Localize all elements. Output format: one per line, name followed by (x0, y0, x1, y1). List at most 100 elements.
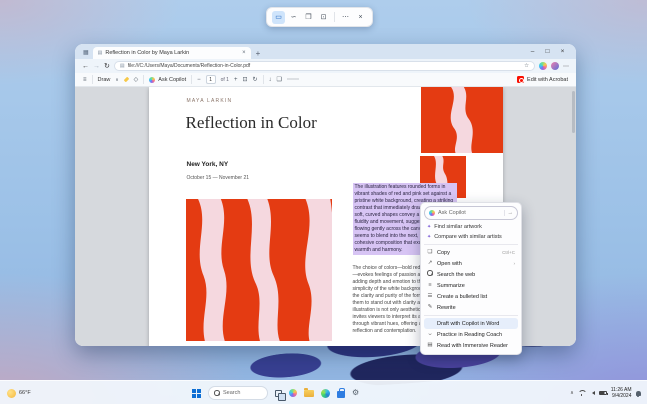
divider (143, 75, 144, 84)
edit-with-acrobat-button[interactable]: Edit with Acrobat (517, 76, 568, 83)
toc-menu-icon[interactable] (83, 77, 87, 83)
battery-icon[interactable] (599, 391, 607, 396)
sun-icon (7, 389, 16, 398)
tab-close-icon[interactable] (242, 50, 246, 56)
hidden-icons-chevron[interactable] (570, 390, 574, 396)
taskbar-search[interactable]: Search (208, 386, 268, 400)
page-total-label: of 1 (221, 77, 229, 83)
tab-actions-icon[interactable] (83, 49, 89, 56)
forward-icon[interactable] (93, 63, 100, 70)
notification-bell-icon[interactable] (636, 391, 642, 396)
chevron-down-icon[interactable] (115, 77, 118, 83)
divider (334, 12, 335, 22)
clock[interactable]: 11:26 AM 9/4/2024 (611, 387, 632, 400)
fit-to-page-icon[interactable] (242, 77, 247, 83)
window-snip-icon[interactable] (302, 11, 315, 24)
save-icon[interactable] (269, 77, 272, 83)
document-icon (120, 64, 125, 69)
menu-item-bulleted-list[interactable]: Create a bulleted list (424, 291, 518, 302)
page-number-input[interactable]: 1 (206, 75, 216, 84)
favorite-star-icon[interactable] (524, 63, 529, 69)
document-dates: October 15 — November 21 (187, 175, 250, 181)
more-tools-icon[interactable]: ⋯ (287, 77, 299, 83)
tab-bar: Reflection in Color by Maya Larkin (75, 44, 576, 59)
menu-item-label: Read with Immersive Reader (437, 343, 515, 349)
store-icon[interactable] (337, 391, 345, 398)
close-icon[interactable] (354, 11, 367, 24)
highlighter-icon[interactable] (123, 77, 129, 83)
minimize-button[interactable] (525, 44, 540, 59)
copilot-icon[interactable] (539, 62, 547, 70)
menu-item-immersive-reader[interactable]: Read with Immersive Reader (424, 340, 518, 351)
scrollbar[interactable] (572, 91, 575, 133)
file-explorer-icon[interactable] (304, 390, 314, 397)
artwork-main (186, 199, 332, 341)
eraser-icon[interactable] (134, 77, 139, 83)
wifi-icon[interactable] (578, 390, 586, 396)
menu-item-search-web[interactable]: Search the web (424, 269, 518, 280)
ask-copilot-input[interactable]: Ask Copilot (424, 206, 518, 220)
system-tray: 11:26 AM 9/4/2024 (570, 381, 641, 404)
rotate-icon[interactable] (253, 77, 258, 83)
immersive-reader-icon (427, 343, 433, 349)
start-button[interactable] (192, 389, 201, 398)
weather-widget[interactable]: 66°F (7, 381, 31, 404)
snipping-toolbar (266, 7, 373, 27)
url-box[interactable]: file:///C:/Users/Maya/Documents/Reflecti… (114, 61, 535, 71)
print-icon[interactable] (277, 77, 282, 83)
divider (92, 75, 93, 84)
new-tab-button[interactable] (256, 49, 261, 58)
sparkle-icon (427, 234, 431, 240)
settings-icon[interactable] (352, 389, 359, 397)
menu-item-copy[interactable]: Copy Ctrl+C (424, 247, 518, 258)
suggestion-compare-artists[interactable]: Compare with similar artists (424, 232, 518, 242)
menu-item-reading-coach[interactable]: Practice in Reading Coach (424, 329, 518, 340)
zoom-out-icon[interactable] (197, 77, 201, 83)
ask-copilot-label: Ask Copilot (158, 77, 186, 83)
open-with-icon (427, 261, 433, 267)
search-icon (214, 390, 220, 396)
edge-icon[interactable] (321, 389, 330, 398)
menu-item-label: Search the web (437, 272, 515, 278)
address-bar: file:///C:/Users/Maya/Documents/Reflecti… (75, 59, 576, 73)
window-controls (525, 44, 570, 59)
fullscreen-snip-icon[interactable] (317, 11, 330, 24)
document-title: Reflection in Color (186, 113, 317, 133)
desktop: Reflection in Color by Maya Larkin file:… (0, 0, 647, 404)
edit-acrobat-label: Edit with Acrobat (527, 77, 568, 83)
rectangle-select-icon[interactable] (272, 11, 285, 24)
menu-item-label: Practice in Reading Coach (437, 332, 515, 338)
search-icon (427, 270, 433, 276)
draw-button[interactable]: Draw (98, 77, 111, 83)
shortcut-label: Ctrl+C (502, 250, 515, 255)
acrobat-icon (517, 76, 524, 83)
send-icon[interactable] (504, 210, 514, 216)
copilot-taskbar-icon[interactable] (289, 389, 297, 397)
suggestion-find-similar-artwork[interactable]: Find similar artwork (424, 222, 518, 232)
menu-item-summarize[interactable]: Summarize (424, 280, 518, 291)
more-options-icon[interactable] (339, 11, 352, 24)
profile-avatar[interactable] (551, 62, 559, 70)
close-window-button[interactable] (555, 44, 570, 59)
menu-item-open-with[interactable]: Open with (424, 258, 518, 269)
copy-icon (427, 250, 433, 256)
menu-item-rewrite[interactable]: Rewrite (424, 302, 518, 313)
back-icon[interactable] (82, 63, 89, 70)
copilot-icon (149, 77, 155, 83)
zoom-in-icon[interactable] (234, 77, 238, 83)
context-menu: Ask Copilot Find similar artwork Compare… (420, 202, 522, 355)
summarize-icon (427, 283, 433, 289)
ask-copilot-button[interactable]: Ask Copilot (149, 77, 186, 83)
chevron-right-icon (514, 261, 516, 266)
menu-item-label: Draft with Copilot in Word (437, 321, 515, 327)
volume-icon[interactable] (590, 391, 595, 395)
artwork-top-right (421, 87, 503, 153)
tab-reflection-in-color[interactable]: Reflection in Color by Maya Larkin (93, 47, 251, 59)
freeform-select-icon[interactable] (287, 11, 300, 24)
menu-item-draft-with-copilot[interactable]: Draft with Copilot in Word (424, 318, 518, 329)
task-view-icon[interactable] (275, 390, 282, 397)
ask-copilot-placeholder: Ask Copilot (438, 210, 501, 216)
refresh-icon[interactable] (104, 63, 110, 70)
browser-menu-icon[interactable] (563, 63, 569, 70)
maximize-button[interactable] (540, 44, 555, 59)
